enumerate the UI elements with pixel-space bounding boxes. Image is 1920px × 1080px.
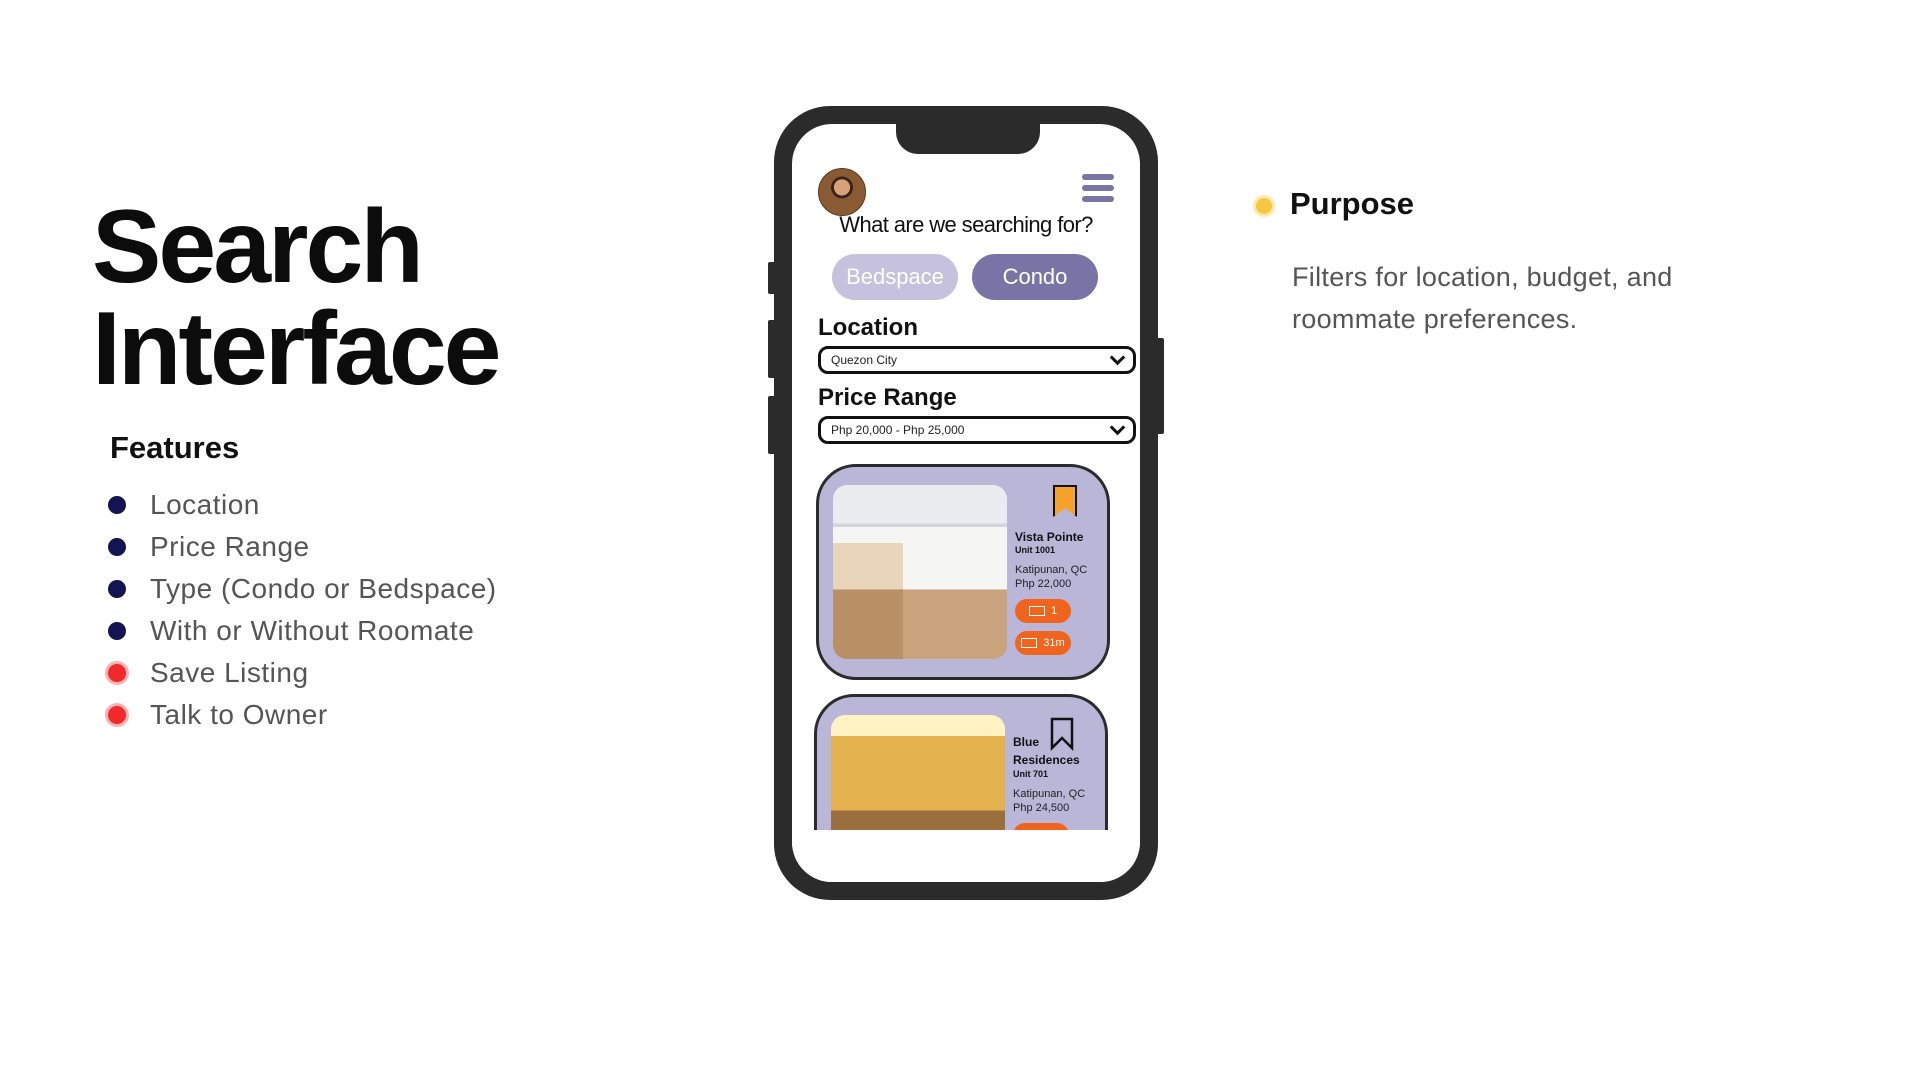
bookmark-filled-icon[interactable]	[1053, 485, 1077, 517]
listing-price: Php 22,000	[1015, 578, 1072, 590]
bullet-icon	[108, 622, 126, 640]
feature-label: Save Listing	[150, 657, 309, 688]
feature-item: Save Listing	[108, 652, 497, 694]
location-label: Location	[818, 314, 918, 341]
title-line-1: Search	[92, 189, 424, 305]
app-screen: What are we searching for? Bedspace Cond…	[792, 124, 1140, 882]
price-range-select[interactable]: Php 20,000 - Php 25,000	[818, 416, 1136, 444]
purpose-bullet-icon	[1256, 198, 1272, 214]
features-heading: Features	[110, 430, 240, 465]
type-chip-bedspace[interactable]: Bedspace	[832, 254, 958, 300]
feature-item: Price Range	[108, 526, 497, 568]
feature-item: With or Without Roomate	[108, 610, 497, 652]
bullet-icon	[108, 664, 126, 682]
listing-photo	[833, 485, 1007, 659]
bullet-icon	[108, 706, 126, 724]
features-list: Location Price Range Type (Condo or Beds…	[108, 484, 497, 736]
listing-card[interactable]: Vista Pointe Unit 1001 Katipunan, QC Php…	[816, 464, 1110, 680]
bullet-icon	[108, 496, 126, 514]
chevron-down-icon	[1109, 349, 1126, 366]
feature-item: Type (Condo or Bedspace)	[108, 568, 497, 610]
type-toggle: Bedspace Condo	[832, 254, 1098, 300]
listing-unit: Unit 1001	[1015, 545, 1056, 555]
listing-name: Vista Pointe	[1015, 530, 1084, 544]
listing-unit: Unit 701	[1013, 769, 1049, 779]
feature-label: Price Range	[150, 531, 310, 562]
feature-item: Location	[108, 484, 497, 526]
phone-mockup: What are we searching for? Bedspace Cond…	[774, 106, 1158, 900]
feature-label: Location	[150, 489, 260, 520]
listing-location: Katipunan, QC	[1015, 564, 1088, 576]
area-value: 31m	[1043, 637, 1065, 649]
location-select[interactable]: Quezon City	[818, 346, 1136, 374]
bed-icon	[1028, 606, 1045, 616]
price-range-label: Price Range	[818, 384, 957, 411]
search-question: What are we searching for?	[839, 212, 1093, 237]
area-badge: 31m	[1015, 631, 1071, 655]
feature-item: Talk to Owner	[108, 694, 497, 736]
feature-label: With or Without Roomate	[150, 615, 475, 646]
hamburger-menu-icon[interactable]	[1082, 174, 1114, 204]
floor-area-icon	[1021, 638, 1038, 648]
purpose-description: Filters for location, budget, and roomma…	[1292, 262, 1673, 334]
price-range-value: Php 20,000 - Php 25,000	[831, 423, 965, 437]
location-value: Quezon City	[831, 353, 898, 367]
avatar[interactable]	[818, 168, 866, 216]
listing-location: Katipunan, QC	[1013, 788, 1086, 800]
bullet-icon	[108, 580, 126, 598]
feature-label: Talk to Owner	[150, 699, 328, 730]
listing-name: Blue Residences	[1013, 735, 1080, 767]
listing-info: Vista Pointe Unit 1001 Katipunan, QC Php…	[1015, 529, 1105, 655]
phone-notch	[896, 124, 1040, 154]
beds-count: 1	[1050, 605, 1058, 617]
title-line-2: Interface	[92, 291, 502, 407]
feature-label: Type (Condo or Bedspace)	[150, 573, 497, 604]
chevron-down-icon	[1109, 419, 1126, 436]
listing-price: Php 24,500	[1013, 802, 1070, 814]
purpose-heading: Purpose	[1290, 186, 1415, 221]
type-chip-condo[interactable]: Condo	[972, 254, 1098, 300]
beds-badge: 1	[1015, 599, 1071, 623]
screen-bottom-area	[792, 830, 1140, 882]
slide-title: Search Interface	[92, 189, 502, 407]
bullet-icon	[108, 538, 126, 556]
